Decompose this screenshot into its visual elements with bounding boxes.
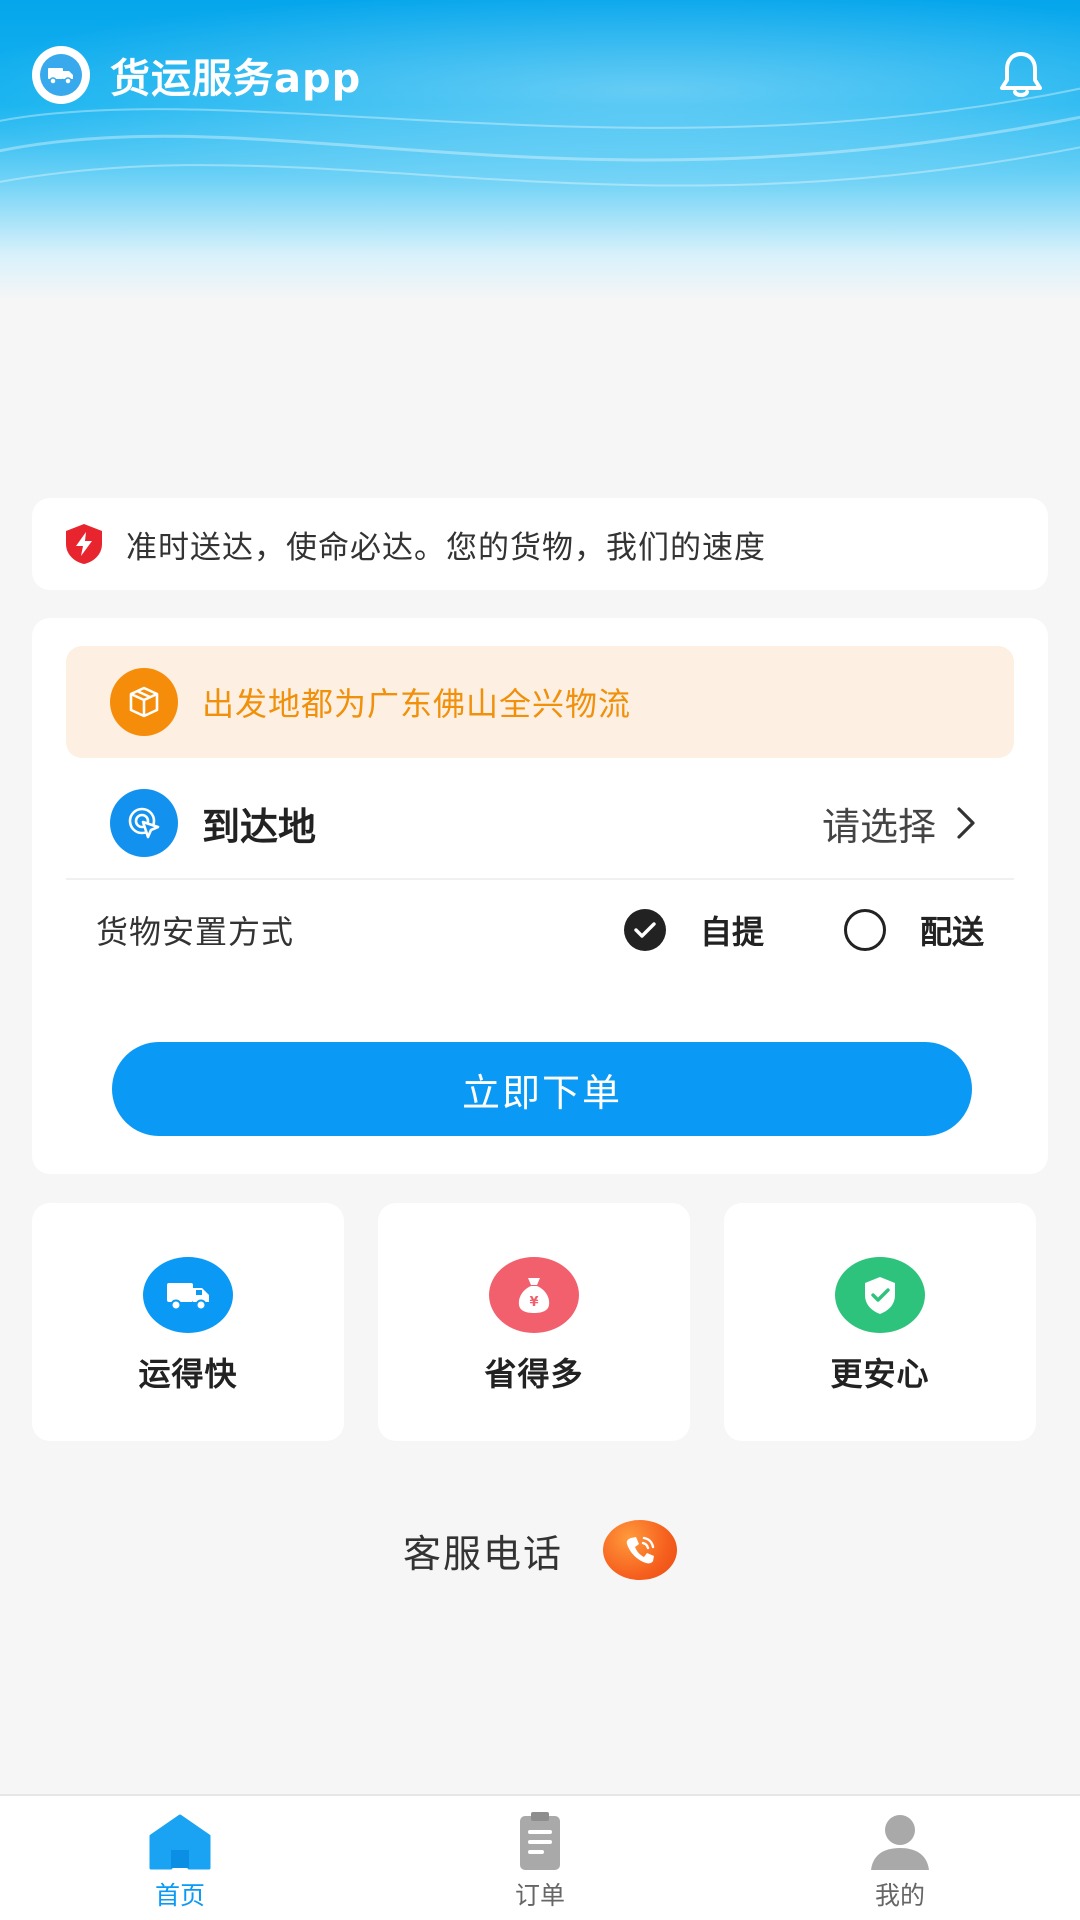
nav-label: 我的 bbox=[874, 1881, 925, 1910]
bell-icon[interactable] bbox=[994, 48, 1048, 102]
nav-item-profile[interactable]: 我的 bbox=[800, 1796, 1000, 1912]
placement-method-label: 货物安置方式 bbox=[96, 913, 295, 951]
brand: 货运服务app bbox=[32, 46, 361, 104]
bottom-nav: 首页 订单 我的 bbox=[0, 1794, 1080, 1920]
destination-select[interactable]: 请选择 bbox=[822, 796, 1014, 851]
location-cursor-icon bbox=[110, 789, 178, 857]
home-icon bbox=[149, 1814, 211, 1870]
radio-unchecked-icon[interactable] bbox=[843, 909, 886, 951]
phone-icon[interactable] bbox=[603, 1520, 677, 1580]
nav-item-orders[interactable]: 订单 bbox=[440, 1796, 640, 1912]
customer-service-row[interactable]: 客服电话 bbox=[0, 1518, 1080, 1582]
truck-icon bbox=[143, 1257, 233, 1333]
feature-label: 更安心 bbox=[830, 1355, 930, 1393]
option-self-pickup-label[interactable]: 自提 bbox=[700, 907, 764, 953]
app-title: 货运服务app bbox=[110, 56, 362, 102]
option-delivery-label[interactable]: 配送 bbox=[920, 907, 984, 953]
destination-placeholder: 请选择 bbox=[821, 804, 936, 849]
origin-info: 出发地都为广东佛山全兴物流 bbox=[66, 646, 1014, 758]
truck-logo-icon bbox=[40, 54, 82, 96]
nav-item-home[interactable]: 首页 bbox=[80, 1796, 280, 1912]
option-delivery[interactable]: 配送 bbox=[843, 907, 984, 953]
place-order-button[interactable]: 立即下单 bbox=[112, 1042, 972, 1136]
customer-service-label[interactable]: 客服电话 bbox=[403, 1523, 563, 1578]
nav-label: 首页 bbox=[154, 1881, 205, 1910]
radio-checked-icon[interactable] bbox=[623, 909, 666, 951]
feature-card-fast: 运得快 bbox=[32, 1203, 344, 1441]
nav-label: 订单 bbox=[514, 1881, 565, 1910]
feature-label: 运得快 bbox=[138, 1355, 238, 1393]
logo bbox=[32, 46, 90, 104]
shield-bolt-icon bbox=[66, 524, 102, 564]
destination-row[interactable]: 到达地 请选择 bbox=[66, 768, 1014, 880]
origin-text: 出发地都为广东佛山全兴物流 bbox=[202, 685, 632, 723]
money-bag-icon: ¥ bbox=[489, 1257, 579, 1333]
order-card: 出发地都为广东佛山全兴物流 到达地 请选择 货物安置方式 自提 配送 立即下单 bbox=[32, 618, 1048, 1174]
clipboard-icon bbox=[520, 1812, 560, 1870]
slogan-text: 准时送达，使命必达。您的货物，我们的速度 bbox=[126, 529, 766, 566]
feature-card-save: ¥ 省得多 bbox=[378, 1203, 690, 1441]
user-icon bbox=[871, 1815, 929, 1870]
svg-text:¥: ¥ bbox=[529, 1295, 538, 1310]
app-header: 货运服务app bbox=[0, 40, 1080, 110]
feature-card-safe: 更安心 bbox=[724, 1203, 1036, 1441]
slogan-card: 准时送达，使命必达。您的货物，我们的速度 bbox=[32, 498, 1048, 590]
destination-label: 到达地 bbox=[202, 804, 317, 849]
shield-check-icon bbox=[835, 1257, 925, 1333]
option-self-pickup[interactable]: 自提 bbox=[623, 907, 764, 953]
package-icon bbox=[110, 668, 178, 736]
placement-method-row: 货物安置方式 自提 配送 bbox=[66, 880, 1014, 980]
feature-label: 省得多 bbox=[484, 1355, 584, 1393]
chevron-right-icon bbox=[957, 807, 975, 839]
